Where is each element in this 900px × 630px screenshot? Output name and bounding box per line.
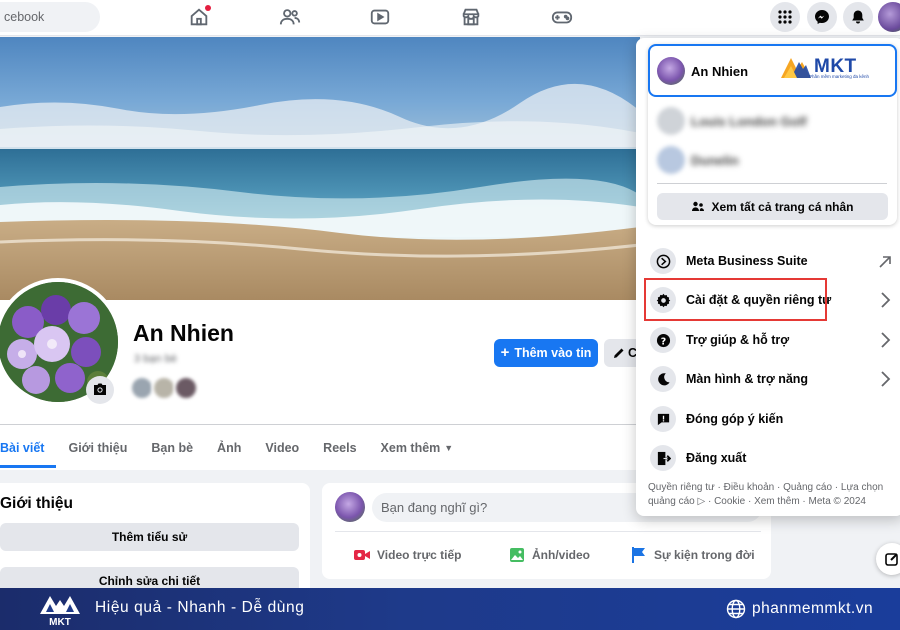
compose-icon <box>885 553 898 566</box>
tab-reels[interactable]: Reels <box>311 432 368 468</box>
globe-icon <box>726 599 746 619</box>
notifications-icon[interactable] <box>843 2 873 32</box>
profile-name-label[interactable]: Dunelin <box>691 153 739 168</box>
profile-avatar[interactable] <box>657 107 685 135</box>
marketplace-icon[interactable] <box>460 6 482 28</box>
account-avatar[interactable] <box>878 2 900 32</box>
feedback-icon <box>650 406 676 432</box>
video-icon[interactable] <box>369 6 391 28</box>
tab-about[interactable]: Giới thiệu <box>56 432 139 468</box>
messenger-icon[interactable] <box>807 2 837 32</box>
banner-slogan: Hiệu quả - Nhanh - Dễ dùng <box>95 599 305 616</box>
mkt-tagline: Phần mềm marketing đa kênh <box>809 74 870 79</box>
friend-avatar[interactable] <box>174 376 198 400</box>
composer-avatar <box>335 492 365 522</box>
profile-tabs: Bài viết Giới thiệu Bạn bè Ảnh Video Ree… <box>0 432 465 468</box>
svg-text:MKT: MKT <box>49 617 71 628</box>
menu-item-logout[interactable]: Đăng xuất <box>648 441 898 475</box>
search-input[interactable]: cebook <box>0 2 100 32</box>
caret-down-icon: ▼ <box>444 443 454 453</box>
menu-item-give-feedback[interactable]: Đóng góp ý kiến <box>648 402 898 436</box>
photo-icon <box>510 548 524 562</box>
friends-count[interactable]: 3 bạn bè <box>134 353 177 365</box>
top-navigation-bar: cebook <box>0 0 900 36</box>
profile-name-label[interactable]: Louis London Golf <box>691 114 807 129</box>
friends-icon[interactable] <box>279 6 301 28</box>
menu-item-meta-business-suite[interactable]: Meta Business Suite <box>648 244 898 278</box>
plus-icon: + <box>500 344 510 361</box>
chevron-right-icon <box>878 331 894 349</box>
tab-videos[interactable]: Video <box>253 432 311 468</box>
live-video-icon <box>354 550 370 560</box>
menu-item-display-accessibility[interactable]: Màn hình & trợ năng <box>648 362 898 396</box>
tab-photos[interactable]: Ảnh <box>205 432 253 468</box>
photo-video-button[interactable]: Ảnh/video <box>508 545 590 565</box>
logout-icon <box>650 445 676 471</box>
svg-text:?: ? <box>660 336 665 347</box>
profiles-icon <box>692 201 705 211</box>
cover-photo <box>0 37 640 300</box>
flag-icon <box>632 547 645 563</box>
intro-title: Giới thiệu <box>0 495 74 512</box>
friend-avatar[interactable] <box>152 376 176 400</box>
camera-icon[interactable] <box>86 376 114 404</box>
profile-avatar[interactable] <box>657 146 685 174</box>
pencil-icon <box>614 348 624 358</box>
highlight-settings-box <box>644 278 827 321</box>
see-all-profiles-button[interactable]: Xem tất cả trang cá nhân <box>657 193 888 220</box>
chevron-right-icon <box>878 291 894 309</box>
add-bio-button[interactable]: Thêm tiểu sử <box>0 523 299 551</box>
menu-footer-links[interactable]: Quyền riêng tư · Điều khoản · Quảng cáo … <box>648 481 893 508</box>
menu-grid-icon[interactable] <box>770 2 800 32</box>
moon-icon <box>650 366 676 392</box>
add-to-story-button[interactable]: + Thêm vào tin <box>494 339 598 367</box>
composer-divider <box>335 531 761 532</box>
tab-posts[interactable]: Bài viết <box>0 432 57 468</box>
menu-item-help-support[interactable]: ? Trợ giúp & hỗ trợ <box>648 323 898 357</box>
tab-more[interactable]: Xem thêm ▼ <box>369 432 466 468</box>
help-icon: ? <box>650 327 676 353</box>
friend-avatar[interactable] <box>130 376 154 400</box>
chevron-right-icon <box>878 370 894 388</box>
external-arrow-icon <box>878 252 894 270</box>
header-divider <box>0 424 640 425</box>
profile-avatar <box>657 57 685 85</box>
edit-profile-button[interactable]: C <box>604 339 640 367</box>
profile-name: An Nhien <box>133 320 234 346</box>
notification-dot <box>205 5 211 11</box>
profile-name-label: An Nhien <box>691 64 749 79</box>
profiles-divider <box>657 183 887 184</box>
banner-website[interactable]: phanmemmkt.vn <box>752 600 873 618</box>
life-event-button[interactable]: Sự kiện trong đời <box>630 545 755 565</box>
meta-business-icon <box>650 248 676 274</box>
new-message-button[interactable] <box>876 543 900 575</box>
mkt-banner-logo: MKT <box>38 592 82 628</box>
live-video-button[interactable]: Video trực tiếp <box>353 545 462 565</box>
tab-friends[interactable]: Bạn bè <box>139 432 205 468</box>
gaming-icon[interactable] <box>551 6 573 28</box>
